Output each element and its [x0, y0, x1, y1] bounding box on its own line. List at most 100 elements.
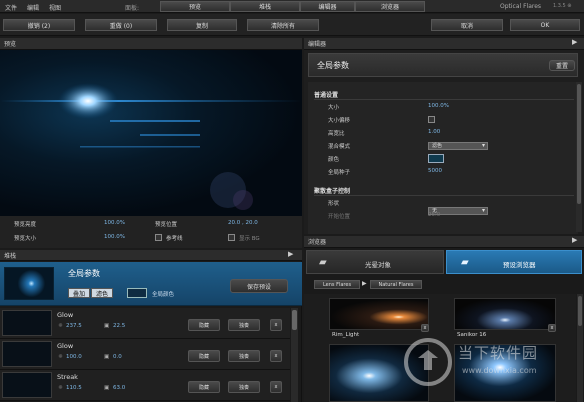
- guides-checkbox[interactable]: [155, 234, 162, 241]
- blend-mode-select[interactable]: 滤色: [428, 142, 488, 150]
- solo-button[interactable]: 独奏: [228, 319, 260, 331]
- size-offset-checkbox[interactable]: [428, 116, 435, 123]
- stack-global-item[interactable]: 全局参数 叠加 滤色 全局颜色 保存预设: [0, 262, 302, 306]
- browser-menu-arrow-icon[interactable]: ▶: [572, 236, 577, 244]
- crumb-arrow-icon: ▶: [362, 280, 367, 287]
- preset-thumb[interactable]: [329, 298, 429, 330]
- stack-scroll-thumb[interactable]: [292, 310, 297, 330]
- stack-item[interactable]: Glow ☼ 100.0 ▣ 0.0 隐藏 独奏 x: [0, 339, 290, 370]
- blend-screen-button[interactable]: 滤色: [91, 288, 113, 298]
- item-scale[interactable]: 22.5: [113, 323, 125, 329]
- crumb-lens-flares[interactable]: Lens Flares: [314, 280, 360, 289]
- stack-menu-arrow-icon[interactable]: ▶: [288, 250, 293, 258]
- hide-button[interactable]: 隐藏: [188, 381, 220, 393]
- tab-browser[interactable]: 浏览器: [355, 1, 425, 12]
- stack-header: 堆栈: [0, 250, 302, 261]
- scene-label: 面板:: [125, 5, 140, 12]
- redo-button[interactable]: 重做 (0): [85, 19, 157, 31]
- menu-view[interactable]: 视图: [49, 3, 61, 12]
- preset-browser-icon: ▰: [461, 257, 469, 268]
- flare-object-icon: ▰: [319, 257, 327, 268]
- item-scale[interactable]: 63.0: [113, 385, 125, 391]
- item-name: Streak: [57, 373, 78, 381]
- stack-item[interactable]: Streak ☼ 110.5 ▣ 63.0 隐藏 独奏 x: [0, 370, 290, 401]
- browser-title: 浏览器: [308, 239, 327, 246]
- stack-title: 堆栈: [4, 252, 17, 260]
- preview-viewport[interactable]: [0, 50, 302, 216]
- blend-add-button[interactable]: 叠加: [68, 288, 90, 298]
- color-swatch[interactable]: [428, 154, 444, 163]
- preview-header: 预览: [0, 38, 302, 50]
- item-brightness[interactable]: 110.5: [66, 385, 82, 391]
- brightness-icon: ☼: [58, 323, 63, 329]
- item-thumbnail: [2, 372, 52, 398]
- tab-flare-objects[interactable]: ▰ 光晕对象: [306, 250, 444, 274]
- item-brightness[interactable]: 100.0: [66, 354, 82, 360]
- show-bg-checkbox[interactable]: [228, 234, 235, 241]
- preset-remove-button[interactable]: x: [421, 324, 429, 332]
- preview-size-value[interactable]: 100.0%: [104, 234, 125, 240]
- scale-icon: ▣: [104, 385, 110, 391]
- brightness-icon: ☼: [58, 354, 63, 360]
- editor-heading: 全局参数: [317, 61, 349, 70]
- editor-title-bar: 全局参数 重置: [308, 53, 578, 77]
- remove-button[interactable]: x: [270, 381, 282, 393]
- preset-thumb[interactable]: [454, 298, 556, 330]
- copy-button[interactable]: 复制: [167, 19, 237, 31]
- cancel-button[interactable]: 取消: [431, 19, 503, 31]
- stack-item[interactable]: Glow ☼ 237.5 ▣ 22.5 隐藏 独奏 x: [0, 308, 290, 339]
- browser-scroll-thumb[interactable]: [578, 296, 582, 326]
- color-label: 颜色: [328, 157, 340, 163]
- editor-title: 编辑器: [308, 41, 327, 48]
- editor-menu-arrow-icon[interactable]: ▶: [572, 38, 577, 46]
- editor-scroll-thumb[interactable]: [577, 84, 581, 204]
- hide-button[interactable]: 隐藏: [188, 350, 220, 362]
- seed-label: 全局种子: [328, 170, 351, 176]
- preview-settings: 预览亮度 100.0% 预览位置 20.0 , 20.0 预览大小 100.0%…: [0, 216, 302, 248]
- aspect-value[interactable]: 1.00: [428, 129, 440, 135]
- tab-editor[interactable]: 编辑器: [300, 1, 355, 12]
- tab-stack[interactable]: 堆栈: [230, 1, 300, 12]
- lens-flare-graphic: [0, 83, 302, 210]
- preset-remove-button[interactable]: x: [548, 324, 556, 332]
- remove-button[interactable]: x: [270, 350, 282, 362]
- crumb-natural-flares[interactable]: Natural Flares: [370, 280, 422, 289]
- item-name: Glow: [57, 311, 74, 319]
- start-pos-label: 开始位置: [328, 214, 351, 220]
- preview-position-label: 预览位置: [155, 222, 178, 228]
- save-preset-button[interactable]: 保存预设: [230, 279, 288, 293]
- preset-name: Rim_Light: [332, 332, 360, 338]
- menu-file[interactable]: 文件: [5, 3, 17, 12]
- stack-scrollbar[interactable]: [291, 308, 298, 402]
- remove-button[interactable]: x: [270, 319, 282, 331]
- ok-button[interactable]: OK: [510, 19, 580, 31]
- menu-bar: 文件 编辑 视图 面板: 预览 堆栈 编辑器 浏览器 Optical Flare…: [0, 0, 584, 13]
- editor-scrollbar[interactable]: [576, 82, 582, 232]
- aspect-label: 高宽比: [328, 131, 345, 137]
- preview-brightness-label: 预览亮度: [14, 222, 37, 228]
- solo-button[interactable]: 独奏: [228, 381, 260, 393]
- clear-all-button[interactable]: 清除所有: [247, 19, 319, 31]
- preview-size-label: 预览大小: [14, 236, 37, 242]
- editor-header: 编辑器: [304, 38, 584, 50]
- tab-preview[interactable]: 预览: [160, 1, 230, 12]
- preview-position-value[interactable]: 20.0 , 20.0: [228, 220, 258, 226]
- size-value[interactable]: 100.0%: [428, 103, 449, 109]
- preview-brightness-value[interactable]: 100.0%: [104, 220, 125, 226]
- preview-panel: 预览 预览亮度 100.0% 预览位置 20.0 , 20.0 预览大小 100…: [0, 38, 302, 248]
- reset-button[interactable]: 重置: [549, 60, 575, 71]
- section-general-line: [314, 99, 574, 100]
- hide-button[interactable]: 隐藏: [188, 319, 220, 331]
- item-scale[interactable]: 0.0: [113, 354, 122, 360]
- solo-button[interactable]: 独奏: [228, 350, 260, 362]
- item-brightness[interactable]: 237.5: [66, 323, 82, 329]
- toolbar: 撤销 (2) 重做 (0) 复制 清除所有 取消 OK: [0, 14, 584, 36]
- undo-button[interactable]: 撤销 (2): [3, 19, 75, 31]
- global-color-swatch[interactable]: [127, 288, 147, 298]
- seed-value[interactable]: 5000: [428, 168, 442, 174]
- scale-icon: ▣: [104, 354, 110, 360]
- start-pos-value[interactable]: 25.0: [428, 212, 440, 218]
- tab-preset-browser[interactable]: ▰ 预设浏览器: [446, 250, 582, 274]
- item-thumbnail: [2, 341, 52, 367]
- menu-edit[interactable]: 编辑: [27, 3, 39, 12]
